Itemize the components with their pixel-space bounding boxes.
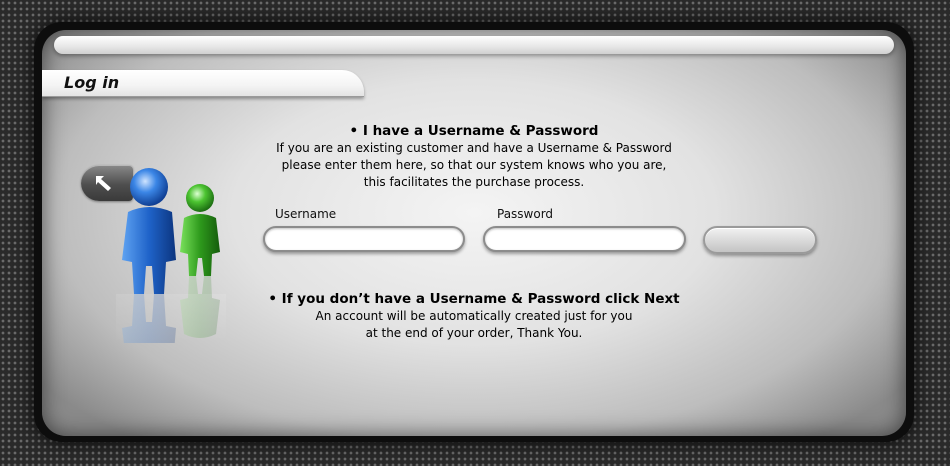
password-label: Password bbox=[497, 207, 554, 221]
panel-top-gloss bbox=[54, 36, 894, 54]
users-icon bbox=[116, 168, 226, 343]
new-customer-section: • If you don’t have a Username & Passwor… bbox=[234, 290, 714, 342]
new-customer-text-line: at the end of your order, Thank You. bbox=[365, 326, 583, 340]
password-input[interactable] bbox=[483, 226, 686, 252]
existing-customer-text-line: please enter them here, so that our syst… bbox=[281, 158, 667, 172]
next-button[interactable] bbox=[703, 226, 817, 254]
arrow-up-left-icon bbox=[96, 176, 111, 191]
login-panel: Log in • I have a Username & Password If… bbox=[42, 30, 906, 436]
username-label: Username bbox=[275, 207, 337, 221]
existing-customer-text-line: this facilitates the purchase process. bbox=[363, 175, 585, 189]
new-customer-heading: • If you don’t have a Username & Passwor… bbox=[268, 291, 680, 307]
login-tab: Log in bbox=[42, 70, 364, 97]
login-tab-title: Log in bbox=[64, 73, 120, 92]
new-customer-text-line: An account will be automatically created… bbox=[315, 309, 633, 323]
existing-customer-heading: • I have a Username & Password bbox=[349, 123, 599, 139]
existing-customer-section: • I have a Username & Password If you ar… bbox=[254, 122, 694, 191]
existing-customer-text-line: If you are an existing customer and have… bbox=[276, 141, 672, 155]
username-input[interactable] bbox=[263, 226, 465, 252]
